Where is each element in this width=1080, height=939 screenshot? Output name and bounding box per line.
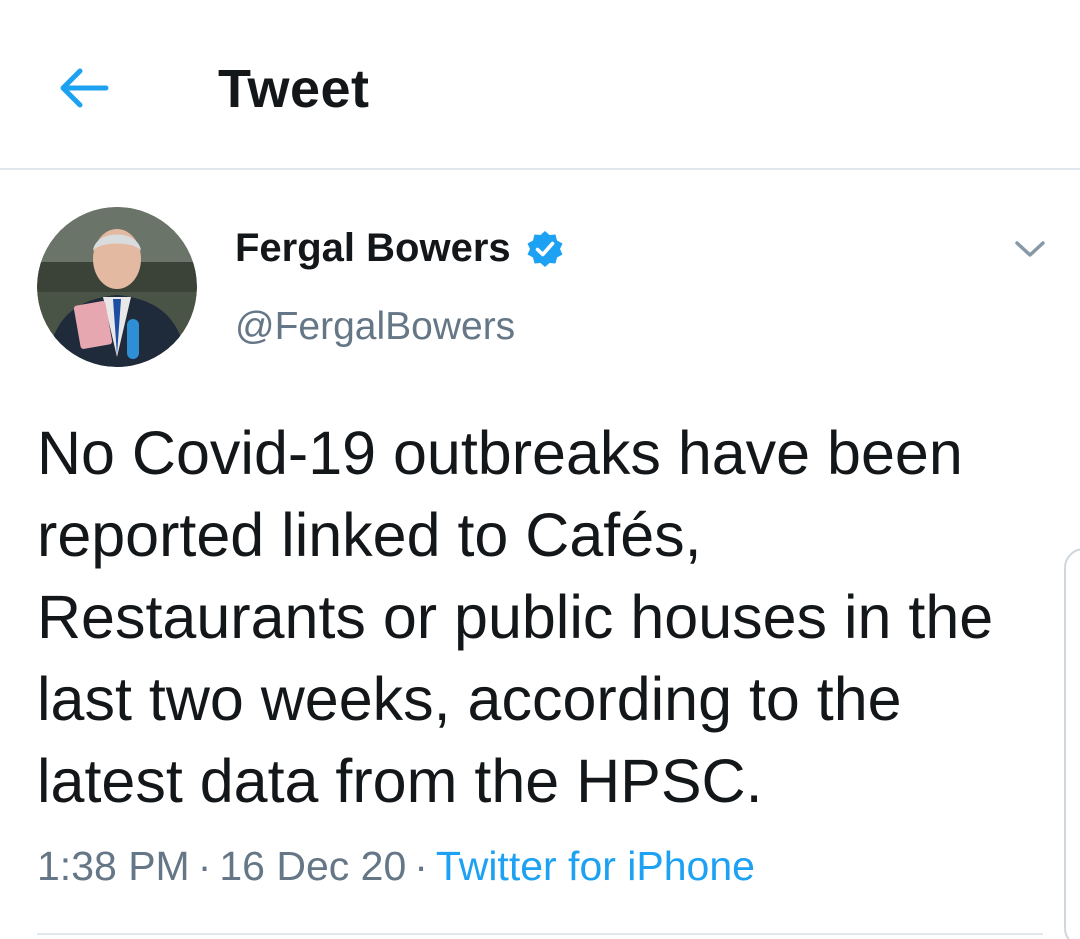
top-bar: Tweet xyxy=(0,0,1080,170)
page-title: Tweet xyxy=(218,59,370,119)
author-name[interactable]: Fergal Bowers xyxy=(235,226,511,271)
tweet-detail-screen: Tweet Fergal Bowers @FergalBowers No Cov… xyxy=(0,0,1080,939)
chevron-down-icon xyxy=(1015,241,1045,257)
tweet-text: No Covid-19 outbreaks have been reported… xyxy=(37,419,994,815)
verified-badge-icon xyxy=(525,229,565,269)
arrow-left-icon xyxy=(60,68,109,108)
avatar-photo xyxy=(37,207,197,367)
floating-panel-edge xyxy=(1064,548,1080,939)
author-name-row[interactable]: Fergal Bowers xyxy=(235,226,565,271)
tweet-date: 16 Dec 20 xyxy=(219,843,407,889)
tweet-meta: 1:38 PM · 16 Dec 20 · Twitter for iPhone xyxy=(37,843,755,890)
divider xyxy=(37,933,1043,935)
author-handle[interactable]: @FergalBowers xyxy=(235,305,515,349)
meta-separator: · xyxy=(414,843,428,889)
avatar[interactable] xyxy=(37,207,197,367)
back-button[interactable] xyxy=(56,62,112,114)
tweet-time: 1:38 PM xyxy=(37,843,190,889)
tweet-source-link[interactable]: Twitter for iPhone xyxy=(436,843,755,889)
meta-separator: · xyxy=(197,843,212,889)
tweet-menu-button[interactable] xyxy=(1010,232,1050,268)
